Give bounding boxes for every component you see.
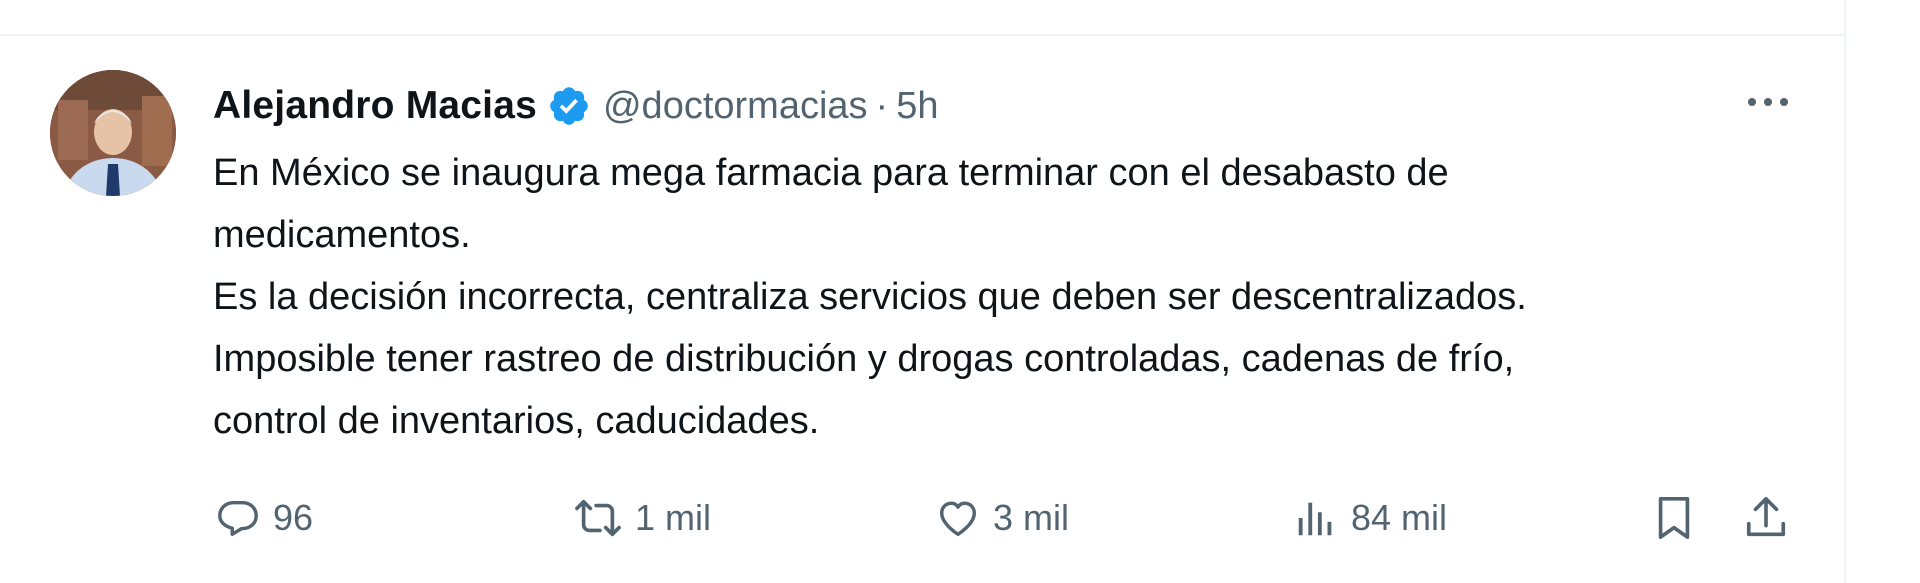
reply-button[interactable]: 96	[215, 488, 313, 548]
separator-dot: ·	[875, 84, 889, 127]
retweet-button[interactable]: 1 mil	[573, 488, 711, 548]
tweet-text: En México se inaugura mega farmacia para…	[213, 142, 1813, 452]
like-count: 3 mil	[993, 497, 1070, 538]
tweet-header: Alejandro Macias @doctormacias · 5h	[213, 78, 938, 134]
tweet-text-line: medicamentos.	[213, 214, 471, 256]
user-handle[interactable]: @doctormacias	[603, 85, 868, 128]
views-count: 84 mil	[1351, 497, 1448, 538]
bookmark-icon	[1651, 493, 1697, 543]
display-name[interactable]: Alejandro Macias	[213, 84, 537, 128]
views-icon	[1293, 495, 1339, 541]
share-button[interactable]	[1743, 488, 1789, 548]
reply-icon	[215, 495, 261, 541]
like-button[interactable]: 3 mil	[935, 488, 1069, 548]
tweet-text-line: Es la decisión incorrecta, centraliza se…	[213, 276, 1527, 318]
timeline: Alejandro Macias @doctormacias · 5h En M…	[0, 0, 1920, 583]
verified-badge-icon[interactable]	[547, 84, 591, 128]
more-options-icon[interactable]	[1740, 82, 1796, 122]
tweet-text-line: En México se inaugura mega farmacia para…	[213, 152, 1449, 194]
bookmark-button[interactable]	[1651, 488, 1697, 548]
tweet-text-line: Imposible tener rastreo de distribución …	[213, 338, 1515, 380]
reply-count: 96	[273, 497, 314, 538]
tweet-text-line: control de inventarios, caducidades.	[213, 400, 820, 442]
tweet-time[interactable]: 5h	[896, 85, 938, 128]
share-icon	[1743, 493, 1789, 543]
heart-icon	[935, 495, 981, 541]
tweet-card[interactable]: Alejandro Macias @doctormacias · 5h En M…	[0, 0, 1846, 583]
retweet-count: 1 mil	[635, 497, 712, 538]
tweet-actions: 96 1 mil 3 mil 84 mil	[213, 488, 1813, 548]
views-button[interactable]: 84 mil	[1293, 488, 1447, 548]
retweet-icon	[573, 495, 623, 541]
avatar[interactable]	[50, 70, 176, 196]
